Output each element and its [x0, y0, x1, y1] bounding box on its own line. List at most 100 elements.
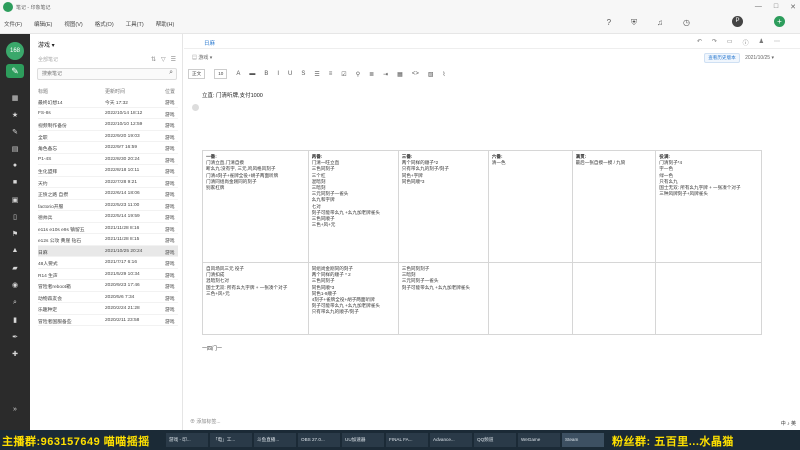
- style-select[interactable]: 正文: [188, 69, 206, 79]
- home-icon[interactable]: ▦: [0, 94, 30, 102]
- redo-icon[interactable]: ↷: [712, 38, 717, 47]
- list-item[interactable]: 动物森友会 2020/5/6 7:34 游戏: [38, 292, 178, 303]
- menu-tools[interactable]: 工具(T): [126, 20, 144, 28]
- clock-icon[interactable]: ◷: [683, 18, 690, 28]
- list-item[interactable]: 德帅兵 2022/5/14 19:59 游戏: [38, 211, 178, 223]
- list-item[interactable]: 最终幻想14 今天 17:32 游戏: [38, 96, 178, 108]
- trash-icon[interactable]: ▮: [0, 316, 30, 324]
- col-location[interactable]: 位置: [165, 88, 175, 95]
- bold-icon[interactable]: B: [264, 71, 268, 77]
- table-cell[interactable]: 自风场风三元 役子 门清扣成 混暗刻七对 国士无双: 所有幺九字牌 + 一张凑个…: [202, 262, 309, 335]
- list-item[interactable]: 正愤之路 自攒 2022/6/14 18:06 游戏: [38, 188, 178, 200]
- table-cell[interactable]: 役满: 门清刻子*4 字一色 绿一色 只有幺九 国士无双: 所有幺九字牌 + 一…: [655, 150, 762, 263]
- list-item[interactable]: factorio开服 2022/5/23 11:00 游戏: [38, 200, 178, 211]
- star-icon[interactable]: ★: [0, 111, 30, 119]
- indent-icon[interactable]: ⇥: [383, 71, 388, 78]
- rail-badge[interactable]: 168: [6, 42, 24, 60]
- note-date[interactable]: 2021/10/25 ▾: [745, 55, 774, 61]
- globe-icon[interactable]: ◉: [0, 281, 30, 289]
- lock-icon[interactable]: ▲: [0, 247, 30, 254]
- task-1[interactable]: 「电」工...: [210, 433, 252, 447]
- table-cell[interactable]: 满贯: 最后一张自摸一摸 / 九筒: [571, 150, 657, 263]
- doc-footer-line[interactable]: 一四门一: [202, 345, 222, 352]
- table-cell[interactable]: [487, 262, 573, 335]
- close-button[interactable]: ✕: [790, 3, 796, 11]
- font-size-select[interactable]: 10: [214, 69, 228, 79]
- help-icon[interactable]: ?: [607, 18, 611, 28]
- list-item[interactable]: e12s 公攻 黄崖 钻石 2021/11/28 8:15 游戏: [38, 234, 178, 246]
- rules-table[interactable]: 一番: 门清立直,门清自摸 断幺九:没有字, 三元,鸣风格风刻子 门清4刻子+雀…: [202, 150, 762, 335]
- list-item[interactable]: P1-4S 2022/8/30 20:24 游戏: [38, 154, 178, 165]
- list-item-selected[interactable]: 日麻 2021/10/25 20:24 游戏: [38, 245, 178, 257]
- search-rail-icon[interactable]: ⌕: [0, 299, 30, 307]
- task-obs[interactable]: OBS 27.0...: [298, 433, 340, 447]
- table-cell[interactable]: 两番: 门清一旺立直 三色同刻子 三个杠 混暗刻 三暗刻 三元同刻子一雀头 幺九…: [307, 150, 399, 263]
- clip-icon[interactable]: ▰: [0, 264, 30, 272]
- add-tag-button[interactable]: ⊕ 添加标签...: [190, 418, 221, 425]
- table-cell[interactable]: [571, 262, 657, 335]
- share-user-icon[interactable]: ♟: [759, 38, 764, 47]
- work-icon[interactable]: ■: [0, 179, 30, 186]
- table-icon[interactable]: ▦: [397, 71, 403, 78]
- task-steam[interactable]: Steam: [562, 433, 604, 447]
- search-icon[interactable]: ⌕: [169, 69, 173, 77]
- tag-icon[interactable]: ●: [0, 162, 30, 169]
- drag-handle[interactable]: [192, 104, 199, 111]
- view-icon[interactable]: ☰: [171, 56, 176, 63]
- menu-file[interactable]: 文件(F): [4, 20, 22, 28]
- task-2[interactable]: 斗鱼直播...: [254, 433, 296, 447]
- task-evernote[interactable]: 游戏 - 印...: [166, 433, 208, 447]
- attach-icon[interactable]: ⌇: [443, 71, 446, 78]
- shield-icon[interactable]: ⛨: [631, 18, 637, 28]
- filter-icon[interactable]: ▽: [161, 56, 166, 63]
- list-item[interactable]: 天约 2022/7/28 9:21 游戏: [38, 177, 178, 188]
- calendar-icon[interactable]: ▣: [0, 196, 30, 204]
- list-item[interactable]: 生化盟拜 2022/8/18 10:11 游戏: [38, 165, 178, 177]
- list-item[interactable]: 乐趣种定 2020/2/24 21:28 游戏: [38, 303, 178, 315]
- notebook-selector[interactable]: 游戏 ▾: [38, 40, 55, 49]
- align-icon[interactable]: ≣: [369, 71, 374, 78]
- underline-icon[interactable]: U: [288, 71, 292, 77]
- table-cell[interactable]: 三番: 两个同样的顺子*2 只有带幺九的刻子/刻子 同色+字牌 同色同顺*3: [397, 150, 489, 263]
- menu-edit[interactable]: 编辑(E): [34, 20, 52, 28]
- list-item[interactable]: 角色备忘 2022/9/7 16:59 游戏: [38, 142, 178, 154]
- number-list-icon[interactable]: ≡: [329, 71, 333, 77]
- doc-first-line[interactable]: 立直: 门清听牌,支付1000: [202, 91, 263, 99]
- user-avatar[interactable]: P: [732, 16, 743, 27]
- table-cell[interactable]: 六番: 清一色: [487, 150, 573, 263]
- table-cell[interactable]: [655, 262, 762, 335]
- task-qq[interactable]: QQ频道: [474, 433, 516, 447]
- notebook-icon[interactable]: ▤: [0, 145, 30, 153]
- editor-notebook[interactable]: ▤ 游戏 ▾: [192, 54, 212, 61]
- bell-icon[interactable]: ♫: [657, 18, 663, 28]
- search-input[interactable]: [38, 69, 158, 79]
- undo-icon[interactable]: ↶: [697, 38, 702, 47]
- list-item[interactable]: 视频制作备份 2022/10/10 12:59 游戏: [38, 119, 178, 131]
- share-icon[interactable]: ⚑: [0, 230, 30, 238]
- table-cell[interactable]: 同组尚金刚同的刻子 两个同样的顺子 * 2 三色同刻子 同色同顺*3 同色1-9…: [307, 262, 399, 335]
- breadcrumb[interactable]: 日麻: [204, 39, 215, 47]
- doc-icon[interactable]: ▯: [0, 213, 30, 221]
- task-wegame[interactable]: WeGame: [518, 433, 560, 447]
- present-icon[interactable]: ▭: [727, 38, 733, 47]
- col-updated[interactable]: 更新时间: [105, 88, 125, 95]
- list-item[interactable]: e11s e10s e9s 镇留五 2021/11/28 8:16 游戏: [38, 223, 178, 234]
- bullet-list-icon[interactable]: ☰: [314, 71, 319, 78]
- new-note-icon[interactable]: +: [774, 16, 785, 27]
- table-cell[interactable]: 一番: 门清立直,门清自摸 断幺九:没有字, 三元,鸣风格风刻子 门清4刻子+雀…: [202, 150, 309, 263]
- col-title[interactable]: 标题: [38, 88, 48, 95]
- strike-icon[interactable]: S: [301, 71, 305, 77]
- text-color-icon[interactable]: A: [236, 71, 240, 77]
- link-icon[interactable]: ⚲: [356, 71, 360, 78]
- list-item[interactable]: 冒险者国服备些 2020/2/11 23:58 游戏: [38, 315, 178, 326]
- sort-icon[interactable]: ⇅: [151, 56, 156, 63]
- list-item[interactable]: R14 生声 2021/5/29 10:34 游戏: [38, 269, 178, 280]
- maximize-button[interactable]: □: [774, 3, 778, 11]
- task-ff[interactable]: FINAL FA...: [386, 433, 428, 447]
- info-icon[interactable]: ⓘ: [743, 38, 749, 47]
- pen-icon[interactable]: ✒: [0, 333, 30, 341]
- table-cell[interactable]: 三色同刻刻子 三暗刻 三元同刻子一雀头 刻子可能带幺九 +幺九加老牌雀头: [397, 262, 489, 335]
- expand-icon[interactable]: »: [0, 406, 30, 413]
- menu-format[interactable]: 格式(O): [95, 20, 114, 28]
- list-item[interactable]: 冒险者reboot箱 2020/9/23 17:46 游戏: [38, 280, 178, 292]
